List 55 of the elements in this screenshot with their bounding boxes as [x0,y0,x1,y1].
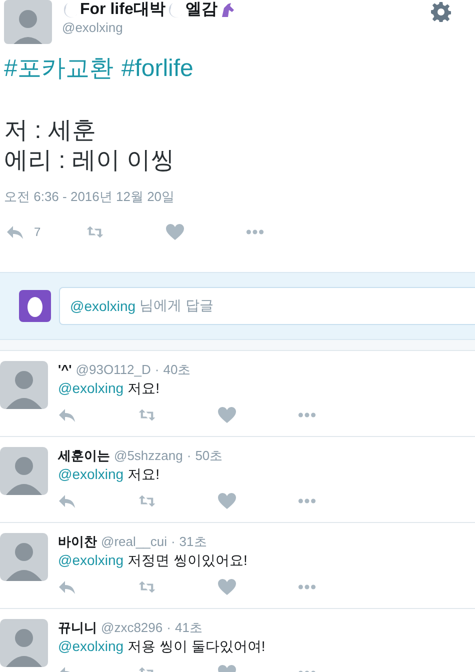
horse-head-icon [219,2,236,18]
retweet-icon[interactable] [138,579,156,595]
reply-text: 저용 씽이 둘다있어여! [128,637,266,656]
avatar-icon[interactable] [0,447,48,495]
heart-icon[interactable] [218,407,236,423]
hashtag-link[interactable]: #포카교환 [4,54,114,84]
user-handle[interactable]: @5shzzang [114,447,183,464]
user-handle[interactable]: @93O112_D [76,361,151,378]
user-name[interactable]: 뀨니니 [58,619,97,636]
settings-icon[interactable] [431,2,451,22]
reply-input-field[interactable]: @exolxing 님에게 답글 [59,287,475,325]
retweet-icon[interactable] [138,493,156,509]
separator-dot: · [186,447,192,464]
reply-icon[interactable] [58,407,76,423]
user-handle[interactable]: @exolxing [62,20,431,35]
user-handle[interactable]: @zxc8296 [101,619,163,636]
reply-time: 40초 [163,361,191,378]
separator-dot: · [170,533,176,550]
separator-dot: · [154,361,160,378]
tweet-text: 에리 : 레이 이씽 [4,146,176,176]
heart-icon[interactable] [166,224,184,240]
user-name[interactable]: 바이찬 [58,533,97,550]
egg-avatar-icon [19,290,51,322]
display-name: 엘감 [185,0,218,20]
avatar-icon[interactable] [4,0,52,44]
mention-link[interactable]: @exolxing [58,636,124,656]
reply-icon[interactable] [58,493,76,509]
reply-text: 저정면 씽이있어요! [128,551,248,570]
reply-time: 50초 [195,447,223,464]
hashtag-link[interactable]: #forlife [121,54,194,84]
avatar-icon[interactable] [0,619,48,667]
reply-count: 7 [34,225,41,239]
heart-icon[interactable] [218,493,236,509]
reply-text: 저요! [128,465,160,484]
tweet-text: 저 : 세훈 [4,116,98,146]
user-name[interactable]: 세훈이는 [58,447,110,464]
separator-dot: · [166,619,171,636]
timestamp: 오전 6:36 - 2016년 12월 20일 [3,188,176,206]
mention-link[interactable]: @exolxing [58,550,124,570]
reply-time: 31초 [179,533,207,550]
retweet-icon[interactable] [86,224,104,240]
reply-icon[interactable] [58,579,76,595]
user-name[interactable]: '^' [58,361,72,378]
reply-text: 저요! [128,379,160,398]
user-handle[interactable]: @real__cui [101,533,167,550]
retweet-icon[interactable] [138,407,156,423]
display-name: For life대박 [80,0,166,20]
avatar-icon[interactable] [0,533,48,581]
reply-time: 41초 [174,619,202,636]
crescent-moon-icon [62,2,78,18]
mention-link[interactable]: @exolxing [58,378,124,398]
heart-icon[interactable] [218,579,236,595]
mention-link[interactable]: @exolxing [58,464,124,484]
avatar-icon[interactable] [0,361,48,409]
reply-icon[interactable] [6,224,24,240]
